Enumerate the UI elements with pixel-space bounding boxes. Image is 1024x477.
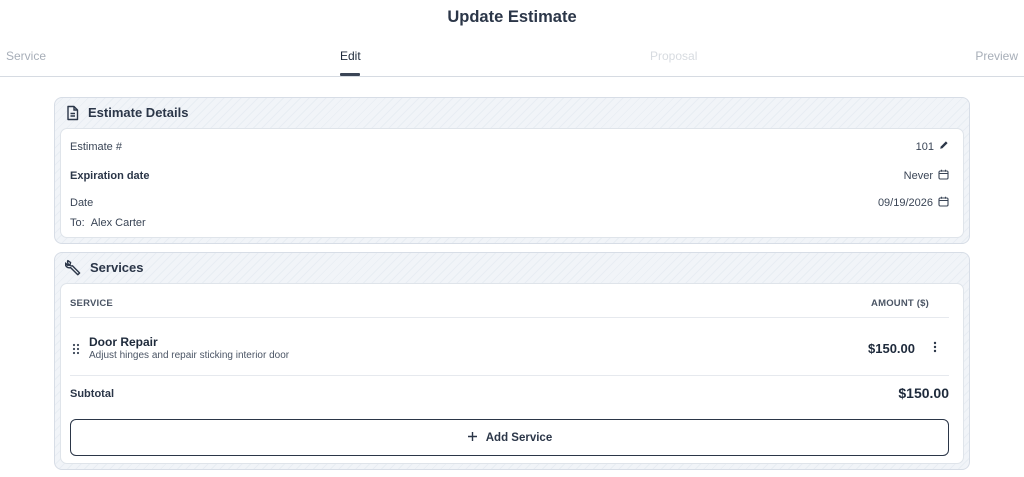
calendar-icon[interactable] xyxy=(938,196,949,210)
plus-icon xyxy=(467,431,478,445)
calendar-icon[interactable] xyxy=(938,169,949,183)
add-service-button[interactable]: Add Service xyxy=(70,419,949,456)
expiration-picker[interactable]: Never xyxy=(904,169,949,183)
page-title: Update Estimate xyxy=(447,8,577,26)
date-value: 09/19/2026 xyxy=(877,197,933,209)
column-header-amount: AMOUNT ($) xyxy=(871,298,929,309)
add-service-label: Add Service xyxy=(485,431,553,444)
date-picker[interactable]: 09/19/2026 xyxy=(878,196,949,210)
header-divider xyxy=(70,317,949,318)
estimate-number-label: Estimate # xyxy=(70,140,122,153)
service-amount: $150.00 xyxy=(868,341,915,356)
expiration-value: Never xyxy=(903,170,933,182)
services-card: Services SERVICE AMOUNT ($) Door Repair … xyxy=(54,252,970,470)
document-icon xyxy=(65,105,80,121)
column-header-service: SERVICE xyxy=(70,298,113,309)
wrench-icon xyxy=(65,259,82,276)
recipient-row: To: Alex Carter xyxy=(70,217,949,229)
subtotal-value: $150.00 xyxy=(898,385,949,401)
estimate-details-title: Estimate Details xyxy=(88,105,189,120)
drag-handle-icon[interactable] xyxy=(72,342,80,360)
estimate-details-header: Estimate Details xyxy=(65,98,188,127)
estimate-details-body: Estimate # 101 Expiration date Never Dat… xyxy=(60,128,964,238)
expiration-row: Expiration date Never xyxy=(70,169,949,183)
services-body: SERVICE AMOUNT ($) Door Repair Adjust hi… xyxy=(60,283,964,464)
estimate-number-row: Estimate # 101 xyxy=(70,140,949,153)
tab-proposal[interactable]: Proposal xyxy=(650,49,697,63)
tab-service[interactable]: Service xyxy=(6,49,46,63)
active-tab-indicator xyxy=(340,73,360,76)
estimate-number-value: 101 xyxy=(915,140,934,153)
date-label: Date xyxy=(70,197,94,209)
recipient-name: Alex Carter xyxy=(90,217,146,229)
row-divider xyxy=(70,375,949,376)
services-title: Services xyxy=(90,260,144,275)
step-tabs: Service Edit Proposal Preview xyxy=(0,49,1024,77)
estimate-details-card: Estimate Details Estimate # 101 Expirati… xyxy=(54,97,970,244)
service-description: Adjust hinges and repair sticking interi… xyxy=(89,350,290,361)
services-header: Services xyxy=(65,253,144,282)
more-options-icon[interactable] xyxy=(933,340,937,358)
service-name: Door Repair xyxy=(89,335,158,349)
tab-edit[interactable]: Edit xyxy=(340,49,361,63)
recipient-label: To: xyxy=(70,217,85,229)
estimate-number-edit[interactable]: 101 xyxy=(916,140,949,153)
expiration-label: Expiration date xyxy=(70,170,150,182)
pencil-icon[interactable] xyxy=(939,140,949,153)
subtotal-label: Subtotal xyxy=(70,388,114,400)
tab-preview[interactable]: Preview xyxy=(975,49,1018,63)
date-row: Date 09/19/2026 xyxy=(70,196,949,210)
service-row[interactable]: Door Repair Adjust hinges and repair sti… xyxy=(70,334,949,372)
